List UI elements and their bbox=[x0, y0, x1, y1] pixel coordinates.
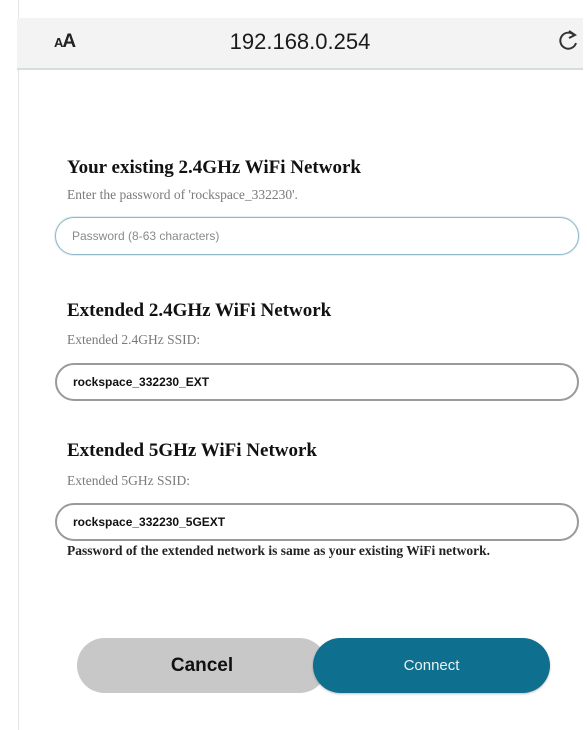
extended-5-ssid-input[interactable] bbox=[55, 503, 579, 541]
page-edge-divider bbox=[18, 0, 19, 730]
same-password-note: Password of the extended network is same… bbox=[67, 543, 490, 558]
extended-5-title: Extended 5GHz WiFi Network bbox=[67, 440, 317, 461]
extended-24-title: Extended 2.4GHz WiFi Network bbox=[67, 300, 332, 321]
url-text[interactable]: 192.168.0.254 bbox=[17, 29, 583, 55]
extended-24-hint: Extended 2.4GHz SSID: bbox=[67, 332, 201, 347]
existing-network-title: Your existing 2.4GHz WiFi Network bbox=[67, 157, 361, 178]
reload-icon[interactable] bbox=[557, 29, 579, 53]
existing-network-hint: Enter the password of 'rockspace_332230'… bbox=[67, 187, 298, 202]
connect-button[interactable]: Connect bbox=[313, 638, 550, 693]
extended-5-hint: Extended 5GHz SSID: bbox=[67, 473, 190, 488]
existing-password-input[interactable] bbox=[55, 217, 579, 255]
browser-address-bar: AA 192.168.0.254 bbox=[17, 18, 583, 70]
cancel-button[interactable]: Cancel bbox=[77, 638, 327, 693]
extended-24-ssid-input[interactable] bbox=[55, 363, 579, 401]
